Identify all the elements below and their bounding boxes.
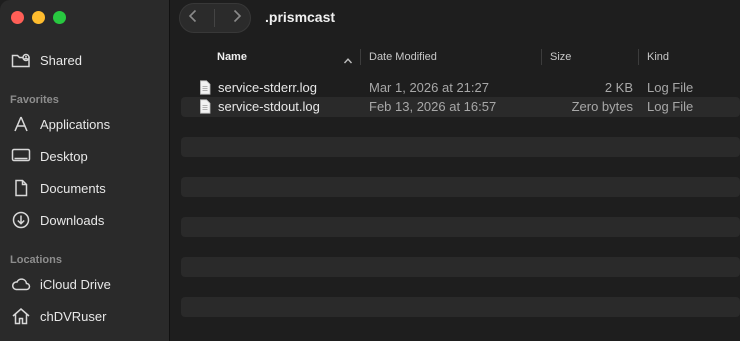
divider (214, 9, 216, 27)
cloud-icon (11, 274, 31, 294)
column-header: Name Date Modified Size Kind (171, 44, 740, 70)
sidebar-item-home[interactable]: chDVRuser (11, 304, 106, 328)
empty-row (181, 177, 740, 197)
sidebar-item-shared[interactable]: Shared (11, 48, 82, 72)
column-header-size[interactable]: Size (550, 51, 571, 63)
empty-row (181, 257, 740, 277)
column-header-date-modified[interactable]: Date Modified (369, 51, 437, 63)
sidebar-heading-locations: Locations (10, 254, 62, 266)
document-icon (11, 178, 31, 198)
window-title: .prismcast (265, 9, 336, 25)
file-name: service-stdout.log (218, 99, 320, 114)
sidebar-item-label: Desktop (40, 148, 88, 164)
sidebar-item-label: chDVRuser (40, 308, 107, 324)
back-button[interactable] (188, 9, 198, 28)
column-divider[interactable] (541, 49, 542, 65)
sidebar-item-desktop[interactable]: Desktop (11, 144, 88, 168)
close-window-button[interactable] (11, 11, 24, 24)
sidebar: Shared Favorites Applications Desktop Do… (0, 0, 170, 341)
window-controls (11, 11, 66, 24)
chevron-left-icon (189, 9, 197, 22)
file-name: service-stderr.log (218, 80, 317, 95)
sidebar-item-label: Downloads (40, 212, 105, 228)
file-date-modified: Feb 13, 2026 at 16:57 (369, 99, 497, 114)
sort-ascending-icon (343, 52, 353, 70)
sidebar-item-icloud-drive[interactable]: iCloud Drive (11, 272, 111, 296)
file-size: 2 KB (604, 80, 633, 95)
navigation-buttons (179, 3, 251, 33)
sidebar-item-label: iCloud Drive (40, 276, 111, 292)
sidebar-item-label: Documents (40, 180, 106, 196)
column-divider[interactable] (638, 49, 639, 65)
empty-row (181, 137, 740, 157)
sidebar-item-applications[interactable]: Applications (11, 112, 110, 136)
file-list: Name Date Modified Size Kind service-std… (171, 44, 740, 341)
sidebar-item-label: Applications (40, 116, 111, 132)
desktop-icon (11, 146, 31, 166)
empty-row (181, 297, 740, 317)
text-file-icon (199, 99, 211, 117)
home-icon (11, 306, 31, 326)
column-divider[interactable] (360, 49, 361, 65)
sidebar-heading-favorites: Favorites (10, 94, 59, 106)
column-header-name[interactable]: Name (217, 51, 247, 63)
chevron-right-icon (233, 9, 241, 22)
empty-row (181, 217, 740, 237)
file-size: Zero bytes (571, 99, 633, 114)
downloads-icon (11, 210, 31, 230)
file-row[interactable]: service-stdout.log Feb 13, 2026 at 16:57… (181, 97, 740, 117)
sidebar-item-documents[interactable]: Documents (11, 176, 106, 200)
text-file-icon (199, 80, 211, 98)
file-row[interactable]: service-stderr.log Mar 1, 2026 at 21:27 … (181, 78, 740, 98)
column-header-kind[interactable]: Kind (647, 51, 669, 63)
sidebar-item-downloads[interactable]: Downloads (11, 208, 104, 232)
sidebar-item-label: Shared (40, 52, 82, 68)
file-date-modified: Mar 1, 2026 at 21:27 (369, 80, 489, 95)
applications-icon (11, 114, 31, 134)
minimize-window-button[interactable] (32, 11, 45, 24)
toolbar: .prismcast (171, 0, 740, 38)
file-kind: Log File (647, 80, 694, 95)
shared-folder-icon (11, 50, 31, 70)
forward-button[interactable] (232, 9, 242, 28)
zoom-window-button[interactable] (53, 11, 66, 24)
file-kind: Log File (647, 99, 694, 114)
